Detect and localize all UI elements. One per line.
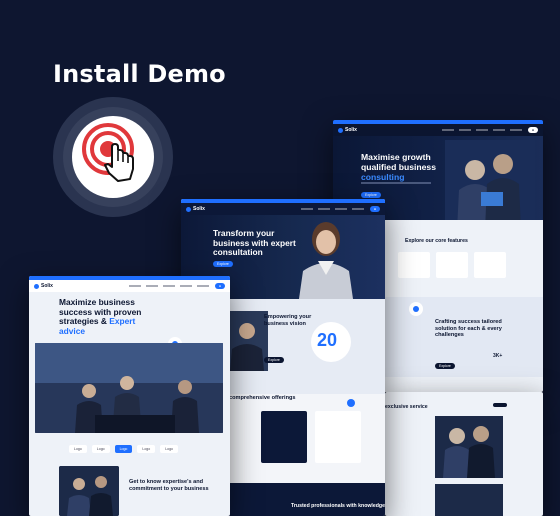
businessman-image — [226, 311, 268, 371]
business-people-image — [445, 140, 535, 230]
demo-hero-button: Explore — [213, 261, 233, 267]
demo-navbar: Solix ● — [29, 280, 230, 292]
team-image — [59, 466, 119, 516]
know-expertise-title: Get to know expertise's and commitment t… — [129, 479, 209, 492]
features-title: Explore our core features — [405, 238, 468, 244]
partner-logos: Logo Logo Logo Logo Logo — [69, 445, 178, 453]
page-title: Install Demo — [53, 60, 226, 88]
demo-hero-heading: Maximise growth qualified business consu… — [361, 152, 436, 182]
stat-number: 3K+ — [493, 353, 503, 359]
demo-logo: Solix — [186, 206, 205, 212]
empower-title: Empowering your business vision — [264, 314, 312, 327]
demo-logo: Solix — [34, 283, 53, 289]
carousel-next-button[interactable] — [347, 399, 355, 407]
demo-screenshot-front[interactable]: Solix ● Maximize business success with p… — [29, 276, 230, 516]
demo-hero-heading: Maximize business success with proven st… — [59, 297, 142, 336]
video-avatar — [409, 302, 423, 316]
craft-button: Explore — [435, 363, 455, 369]
stat-badge: 20 — [311, 322, 351, 362]
trusted-title: Trusted professionals with knowledge — [291, 503, 385, 509]
offerings-title: comprehensive offerings — [229, 395, 296, 401]
demo-logo: Solix — [338, 127, 357, 133]
offering-cards — [261, 411, 361, 463]
demo-navbar: Solix ● — [333, 124, 543, 136]
craft-title: Crafting success tailored solution for e… — [435, 319, 502, 338]
professionals-image — [435, 416, 503, 478]
demo-navbar: Solix ● — [181, 203, 385, 215]
feature-cards — [398, 252, 506, 278]
meeting-room-image — [35, 343, 223, 433]
click-pointer-icon — [82, 123, 134, 182]
demo-screenshot-back-lower: exclusive service — [385, 392, 543, 516]
demo-hero-heading: Transform your business with expert cons… — [213, 228, 296, 257]
demo-hero-button: Explore — [361, 192, 381, 198]
